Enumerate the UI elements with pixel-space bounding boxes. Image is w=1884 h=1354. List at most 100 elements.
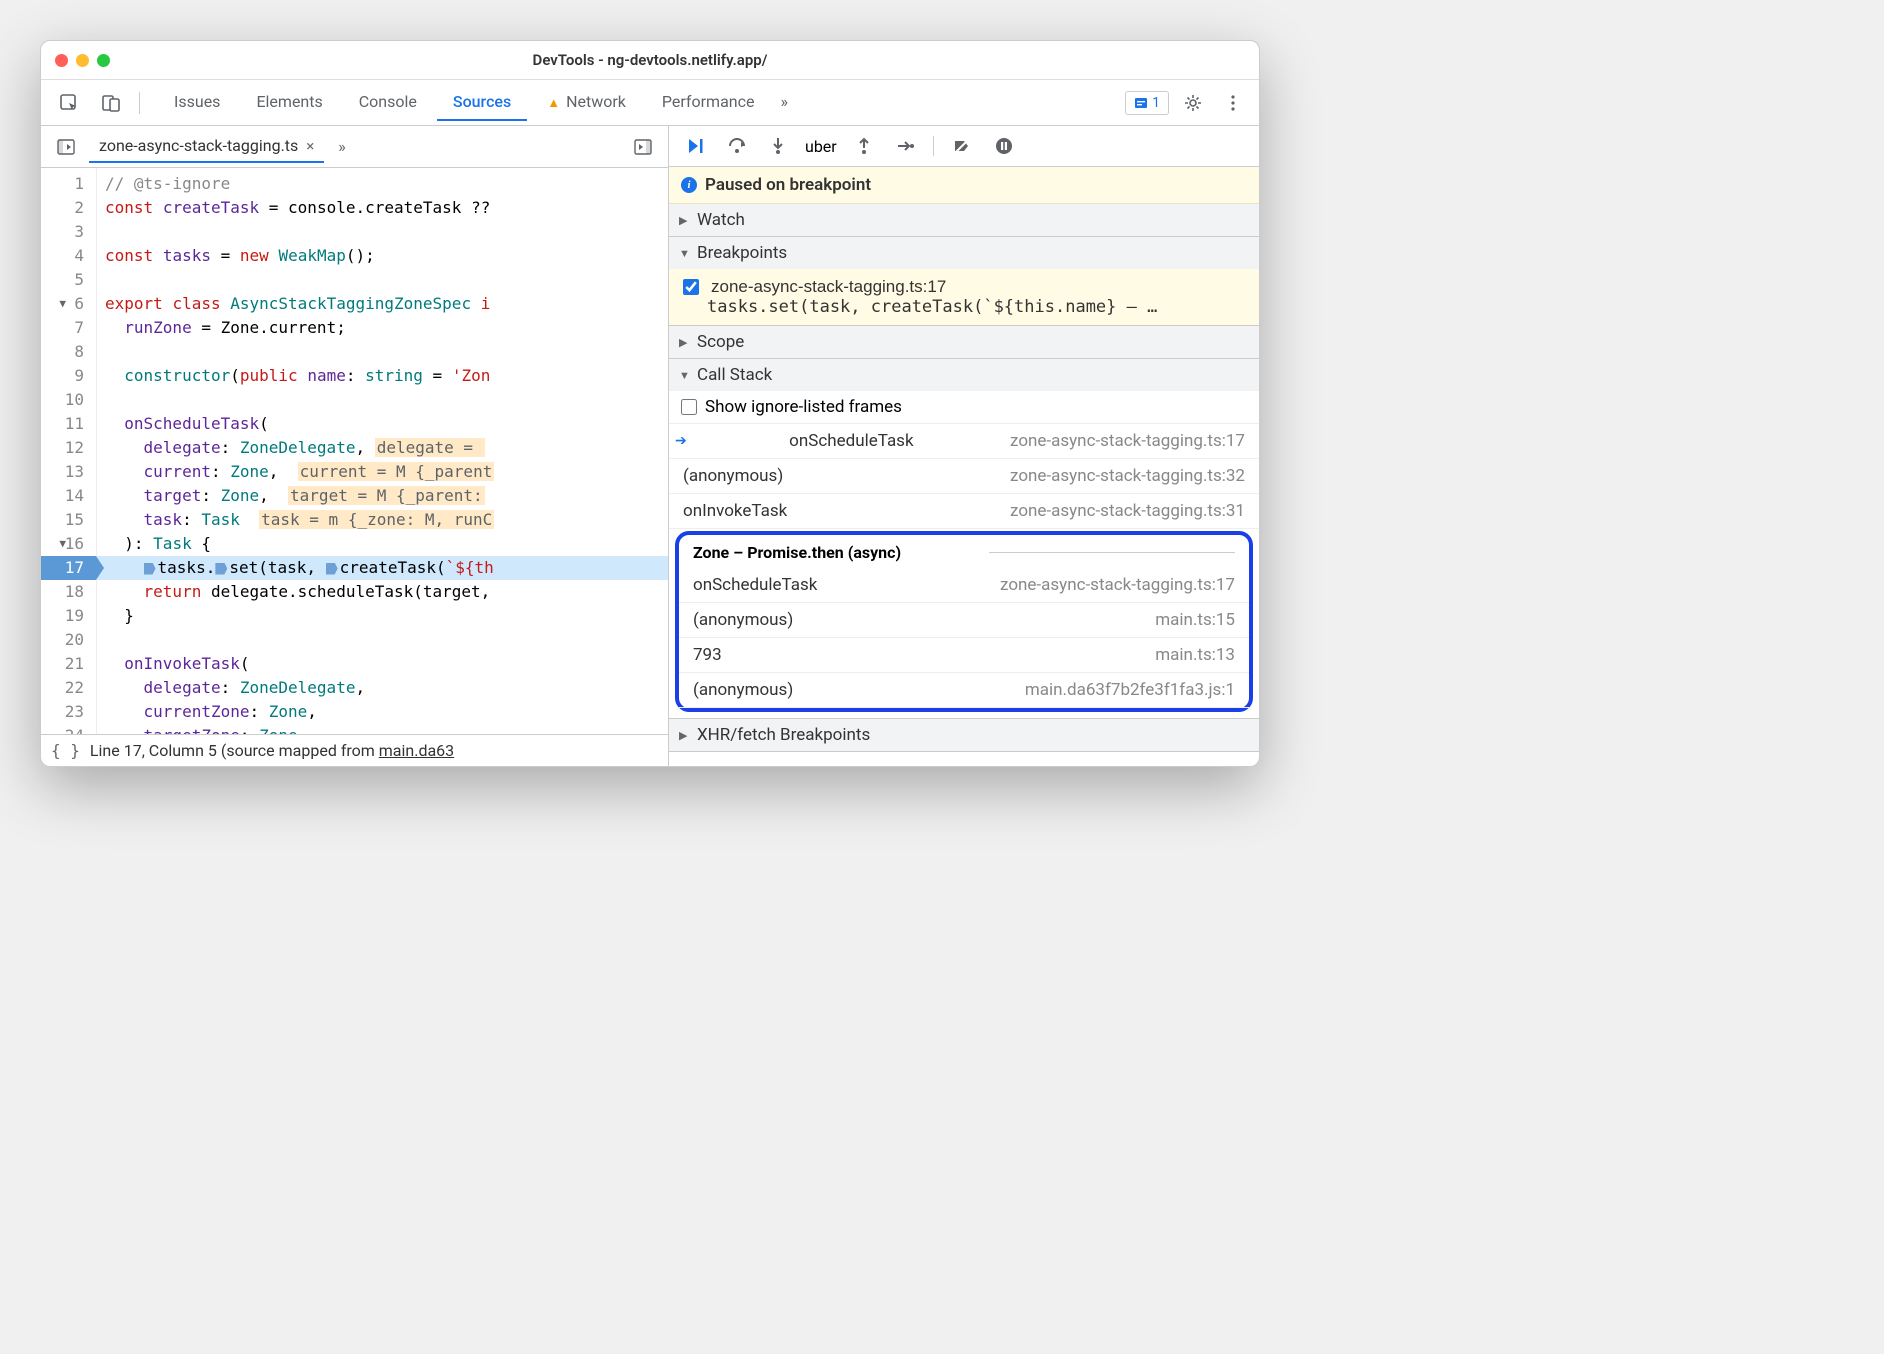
gutter-line-19[interactable]: 19 (41, 604, 96, 628)
code-line-24[interactable]: targetZone: Zone, (97, 724, 668, 734)
callstack-section: Call Stack Show ignore-listed frames onS… (669, 359, 1259, 718)
code-line-4[interactable]: const tasks = new WeakMap(); (97, 244, 668, 268)
pause-exceptions-icon[interactable] (990, 132, 1018, 160)
code-line-22[interactable]: delegate: ZoneDelegate, (97, 676, 668, 700)
code-line-8[interactable] (97, 340, 668, 364)
gutter-line-5[interactable]: 5 (41, 268, 96, 292)
step-into-icon[interactable] (765, 132, 791, 160)
more-menu-icon[interactable] (1217, 87, 1249, 119)
gutter-line-23[interactable]: 23 (41, 700, 96, 724)
stack-frame[interactable]: 793main.ts:13 (679, 638, 1249, 673)
gutter-line-22[interactable]: 22 (41, 676, 96, 700)
navigator-toggle-icon[interactable] (49, 132, 83, 162)
issues-badge[interactable]: 1 (1125, 91, 1169, 115)
gutter-line-3[interactable]: 3 (41, 220, 96, 244)
ignore-listed-checkbox[interactable] (681, 399, 697, 415)
source-map-link[interactable]: main.da63 (379, 741, 454, 760)
code-editor[interactable]: 1234567891011121314151617181920212223242… (41, 168, 668, 734)
code-line-17[interactable]: tasks.set(task, createTask(`${th (97, 556, 668, 580)
breakpoint-checkbox[interactable] (683, 279, 699, 295)
gutter-line-10[interactable]: 10 (41, 388, 96, 412)
gutter-line-2[interactable]: 2 (41, 196, 96, 220)
code-line-1[interactable]: // @ts-ignore (97, 172, 668, 196)
gutter-line-1[interactable]: 1 (41, 172, 96, 196)
gutter-line-13[interactable]: 13 (41, 460, 96, 484)
stack-frame[interactable]: (anonymous)main.ts:15 (679, 603, 1249, 638)
code-line-9[interactable]: constructor(public name: string = 'Zon (97, 364, 668, 388)
gutter-line-8[interactable]: 8 (41, 340, 96, 364)
gutter-line-15[interactable]: 15 (41, 508, 96, 532)
gutter-line-24[interactable]: 24 (41, 724, 96, 734)
debugger-toggle-icon[interactable] (626, 132, 660, 162)
stack-frame[interactable]: onScheduleTaskzone-async-stack-tagging.t… (679, 568, 1249, 603)
step-icon[interactable] (891, 132, 919, 160)
code-line-16[interactable]: ): Task { (97, 532, 668, 556)
step-out-icon[interactable] (851, 132, 877, 160)
xhr-header[interactable]: XHR/fetch Breakpoints (669, 719, 1259, 751)
gutter-line-7[interactable]: 7 (41, 316, 96, 340)
deactivate-breakpoints-icon[interactable] (948, 132, 976, 160)
gutter-line-20[interactable]: 20 (41, 628, 96, 652)
code-line-13[interactable]: current: Zone, current = M {_parent (97, 460, 668, 484)
callstack-header[interactable]: Call Stack (669, 359, 1259, 391)
code-line-14[interactable]: target: Zone, target = M {_parent: (97, 484, 668, 508)
resume-icon[interactable] (681, 132, 709, 160)
code-line-3[interactable] (97, 220, 668, 244)
device-toggle-icon[interactable] (93, 87, 129, 119)
stack-frame[interactable]: onScheduleTaskzone-async-stack-tagging.t… (669, 424, 1259, 459)
maximize-window-button[interactable] (97, 54, 110, 67)
gutter-line-14[interactable]: 14 (41, 484, 96, 508)
code-line-2[interactable]: const createTask = console.createTask ?? (97, 196, 668, 220)
gutter-line-17[interactable]: 17 (41, 556, 96, 580)
code-line-5[interactable] (97, 268, 668, 292)
code-line-10[interactable] (97, 388, 668, 412)
breakpoint-item[interactable]: zone-async-stack-tagging.ts:17 tasks.set… (669, 269, 1259, 325)
pretty-print-icon[interactable]: { } (51, 741, 80, 760)
gutter-line-18[interactable]: 18 (41, 580, 96, 604)
code-line-20[interactable] (97, 628, 668, 652)
minimize-window-button[interactable] (76, 54, 89, 67)
breakpoints-header[interactable]: Breakpoints (669, 237, 1259, 269)
tab-performance[interactable]: Performance (646, 84, 771, 121)
info-icon: i (681, 177, 697, 193)
tab-console[interactable]: Console (343, 84, 433, 121)
code-line-7[interactable]: runZone = Zone.current; (97, 316, 668, 340)
code-area[interactable]: // @ts-ignoreconst createTask = console.… (97, 168, 668, 734)
tabs-overflow-icon[interactable]: » (774, 84, 794, 121)
file-tabs-overflow-icon[interactable]: » (330, 133, 354, 160)
tab-issues[interactable]: Issues (158, 84, 236, 121)
stack-frame[interactable]: (anonymous)main.da63f7b2fe3f1fa3.js:1 (679, 673, 1249, 708)
gutter-line-4[interactable]: 4 (41, 244, 96, 268)
tab-sources[interactable]: Sources (437, 84, 527, 121)
gutter-line-6[interactable]: 6 (41, 292, 96, 316)
gutter-line-9[interactable]: 9 (41, 364, 96, 388)
stack-frame[interactable]: onInvokeTaskzone-async-stack-tagging.ts:… (669, 494, 1259, 529)
tab-elements[interactable]: Elements (240, 84, 338, 121)
close-window-button[interactable] (55, 54, 68, 67)
gutter-line-16[interactable]: 16 (41, 532, 96, 556)
ignore-listed-row[interactable]: Show ignore-listed frames (669, 391, 1259, 424)
line-gutter[interactable]: 1234567891011121314151617181920212223242… (41, 168, 97, 734)
code-line-11[interactable]: onScheduleTask( (97, 412, 668, 436)
inspect-element-icon[interactable] (51, 87, 87, 119)
close-tab-icon[interactable]: × (306, 137, 314, 155)
code-line-18[interactable]: return delegate.scheduleTask(target, (97, 580, 668, 604)
paused-text: Paused on breakpoint (705, 175, 871, 195)
code-line-21[interactable]: onInvokeTask( (97, 652, 668, 676)
gutter-line-12[interactable]: 12 (41, 436, 96, 460)
file-tab-active[interactable]: zone-async-stack-tagging.ts × (89, 130, 324, 163)
settings-icon[interactable] (1175, 87, 1211, 119)
code-line-23[interactable]: currentZone: Zone, (97, 700, 668, 724)
gutter-line-21[interactable]: 21 (41, 652, 96, 676)
tab-network[interactable]: Network (531, 84, 642, 121)
debugger-controls: uber (669, 126, 1259, 167)
code-line-15[interactable]: task: Task task = m {_zone: M, runC (97, 508, 668, 532)
code-line-12[interactable]: delegate: ZoneDelegate, delegate = (97, 436, 668, 460)
scope-header[interactable]: Scope (669, 326, 1259, 358)
code-line-19[interactable]: } (97, 604, 668, 628)
stack-frame[interactable]: (anonymous)zone-async-stack-tagging.ts:3… (669, 459, 1259, 494)
watch-header[interactable]: Watch (669, 204, 1259, 236)
step-over-icon[interactable] (723, 132, 751, 160)
gutter-line-11[interactable]: 11 (41, 412, 96, 436)
code-line-6[interactable]: export class AsyncStackTaggingZoneSpec i (97, 292, 668, 316)
